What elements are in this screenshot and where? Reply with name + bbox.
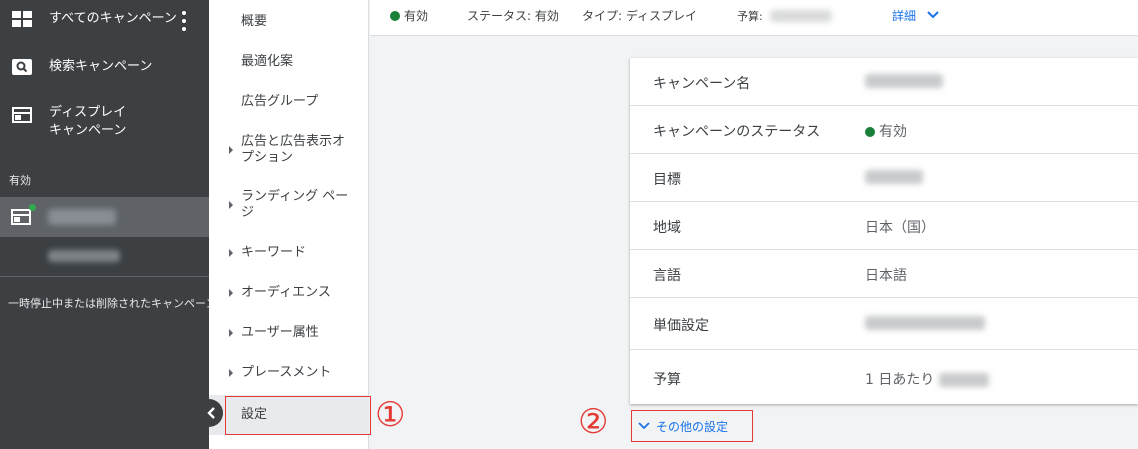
expand-arrow-icon — [229, 201, 233, 209]
setting-label: 目標 — [653, 172, 681, 188]
setting-label: キャンペーン名 — [653, 76, 751, 92]
setting-row-locations[interactable]: 地域 日本（国） — [630, 202, 1138, 250]
menu-item-demographics[interactable]: ユーザー属性 — [209, 323, 369, 343]
chevron-down-icon — [638, 422, 650, 430]
display-campaign-icon — [11, 106, 33, 124]
setting-value-redacted — [865, 315, 985, 331]
setting-row-budget[interactable]: 予算 1 日あたり — [630, 350, 1138, 404]
setting-value-text: 有効 — [879, 124, 907, 140]
menu-item-label: 最適化案 — [241, 54, 294, 69]
display-campaign-icon — [11, 209, 31, 229]
setting-value-redacted — [865, 169, 923, 185]
menu-item-label: キーワード — [241, 245, 307, 260]
setting-value: 有効 — [865, 121, 907, 141]
menu-item-ad-groups[interactable]: 広告グループ — [209, 92, 369, 112]
chevron-down-icon — [927, 11, 939, 19]
menu-item-label: ユーザー属性 — [241, 325, 319, 340]
setting-label: キャンペーンのステータス — [653, 124, 821, 140]
annotation-number-1: ① — [375, 395, 406, 435]
chevron-left-icon — [207, 407, 215, 419]
expand-arrow-icon — [229, 249, 233, 257]
ad-group-item[interactable] — [0, 244, 209, 268]
settings-card: キャンペーン名 キャンペーンのステータス 有効 目標 地域 日本（国） 言語 日… — [630, 58, 1138, 404]
setting-row-bidding[interactable]: 単価設定 — [630, 298, 1138, 350]
all-campaigns-label: すべてのキャンペーン — [49, 11, 177, 26]
menu-item-landing-pages[interactable]: ランディング ペー ジ — [209, 187, 369, 223]
selected-campaign-item[interactable] — [0, 197, 209, 237]
setting-value-text: 1 日あたり — [865, 372, 935, 388]
menu-item-overview[interactable]: 概要 — [209, 12, 369, 32]
expand-arrow-icon — [229, 369, 233, 377]
active-status-dot — [29, 204, 36, 211]
expand-arrow-icon — [229, 329, 233, 337]
setting-row-campaign-name[interactable]: キャンペーン名 — [630, 58, 1138, 106]
active-status-dot — [390, 11, 400, 21]
redacted-campaign-name — [48, 209, 116, 225]
menu-item-ads-extensions[interactable]: 広告と広告表示オ プション — [209, 132, 369, 168]
display-campaigns-label-1: ディスプレイ — [49, 105, 127, 120]
active-section-label: 有効 — [9, 174, 31, 187]
setting-label: 地域 — [653, 220, 681, 236]
setting-value: 1 日あたり — [865, 369, 989, 389]
display-campaigns-item[interactable]: ディスプレイ キャンペーン — [0, 102, 209, 142]
paused-removed-campaigns-link[interactable]: 一時停止中または削除されたキャンペーン — [8, 295, 209, 311]
setting-value-redacted — [865, 73, 943, 89]
menu-item-keywords[interactable]: キーワード — [209, 243, 369, 263]
menu-item-label: プション — [241, 150, 294, 165]
search-campaigns-label: 検索キャンペーン — [49, 59, 153, 74]
search-campaigns-item[interactable]: 検索キャンペーン — [0, 55, 209, 79]
grid-icon — [11, 10, 33, 28]
more-vert-icon[interactable] — [179, 11, 189, 31]
other-settings-button[interactable]: その他の設定 — [631, 410, 753, 442]
state-indicator: 有効 — [390, 7, 428, 24]
status-text: ステータス: 有効 — [467, 9, 559, 23]
all-campaigns-item[interactable]: すべてのキャンペーン — [0, 7, 209, 31]
campaign-status-bar: 有効 ステータス: 有効 タイプ: ディスプレイ 予算: 詳細 — [370, 0, 1138, 36]
menu-item-label: ランディング ペー — [241, 189, 349, 204]
details-button[interactable]: 詳細 — [892, 7, 940, 24]
menu-item-audiences[interactable]: オーディエンス — [209, 283, 369, 303]
menu-item-placements[interactable]: プレースメント — [209, 363, 369, 383]
setting-label: 言語 — [653, 268, 681, 284]
active-status-dot — [865, 127, 875, 137]
other-settings-label: その他の設定 — [656, 419, 729, 434]
type-text: タイプ: ディスプレイ — [582, 9, 698, 23]
nav-divider — [0, 276, 209, 277]
setting-label: 予算 — [653, 372, 681, 388]
menu-item-label: オーディエンス — [241, 285, 331, 300]
menu-item-label: プレースメント — [241, 365, 332, 380]
state-label: 有効 — [404, 9, 429, 23]
budget-label: 予算: — [737, 10, 763, 23]
details-label: 詳細 — [892, 9, 917, 23]
expand-arrow-icon — [229, 146, 233, 154]
setting-row-languages[interactable]: 言語 日本語 — [630, 250, 1138, 298]
setting-row-goal[interactable]: 目標 — [630, 154, 1138, 202]
menu-item-label: 概要 — [241, 14, 268, 29]
menu-item-recommendations[interactable]: 最適化案 — [209, 52, 369, 72]
setting-label: 単価設定 — [653, 318, 709, 334]
annotation-box-settings — [225, 396, 371, 435]
redacted-ad-group-name — [48, 250, 120, 262]
expand-arrow-icon — [229, 289, 233, 297]
campaign-sidebar: すべてのキャンペーン 検索キャンペーン ディスプレイ キャンペーン 有効 一時停… — [0, 0, 209, 449]
page-menu: 概要 最適化案 広告グループ 広告と広告表示オ プション ランディング ペー ジ… — [209, 0, 371, 449]
menu-item-label: 広告と広告表示オ — [241, 134, 346, 149]
redacted-budget-value — [770, 10, 832, 22]
menu-item-label: 広告グループ — [241, 94, 319, 109]
setting-value: 日本（国） — [865, 220, 935, 236]
menu-item-label: ジ — [241, 205, 255, 220]
setting-value: 日本語 — [865, 268, 907, 284]
search-campaign-icon — [11, 58, 33, 76]
annotation-number-2: ② — [578, 402, 609, 442]
display-campaigns-label-2: キャンペーン — [49, 123, 127, 138]
setting-row-campaign-status[interactable]: キャンペーンのステータス 有効 — [630, 106, 1138, 154]
